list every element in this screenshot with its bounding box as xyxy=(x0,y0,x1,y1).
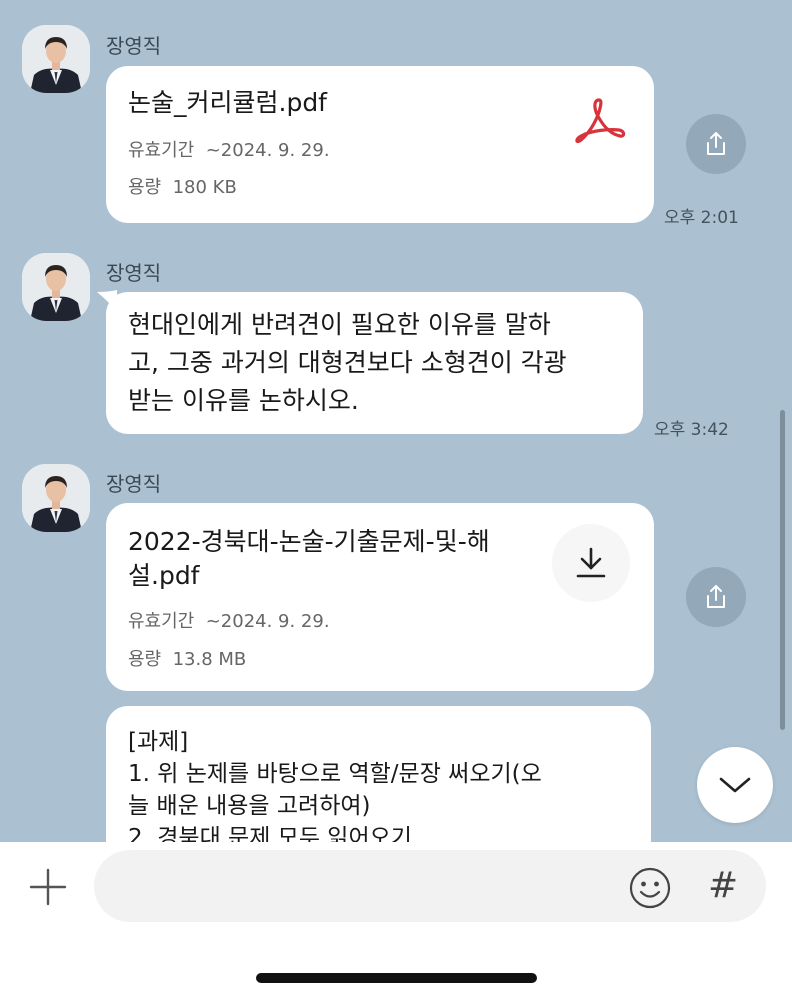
add-button[interactable] xyxy=(28,867,68,907)
file-name: 논술_커리큘럼.pdf xyxy=(128,88,327,117)
message-line: 받는 이유를 논하시오. xyxy=(128,386,359,415)
share-button[interactable] xyxy=(686,567,746,627)
message-text: 현대인에게 반려견이 필요한 이유를 말하 고, 그중 과거의 대형견보다 소형… xyxy=(128,306,567,420)
emoji-icon xyxy=(629,867,671,909)
plus-icon xyxy=(29,868,67,906)
file-message-bubble[interactable]: 2022-경북대-논술-기출문제-및-해 설.pdf 유효기간 ~2024. 9… xyxy=(106,503,654,691)
expiry-value: ~2024. 9. 29. xyxy=(205,140,330,161)
size-info: 용량 180 KB xyxy=(128,173,237,199)
hashtag-button[interactable]: # xyxy=(708,864,738,908)
scrollbar[interactable] xyxy=(780,410,785,730)
avatar[interactable] xyxy=(22,253,90,321)
chat-area[interactable]: 장영직 논술_커리큘럼.pdf 유효기간 ~2024. 9. 29. 용량 18… xyxy=(0,0,792,842)
profile-photo xyxy=(22,25,90,93)
file-name-line: 설.pdf xyxy=(128,561,200,590)
home-indicator xyxy=(256,973,537,983)
download-button[interactable] xyxy=(552,524,630,602)
sender-name: 장영직 xyxy=(106,261,162,285)
task-line: 늘 배운 내용을 고려하여) xyxy=(128,793,371,819)
task-text: [과제] 1. 위 논제를 바탕으로 역할/문장 써오기(오 늘 배운 내용을 … xyxy=(128,726,542,842)
message-line: 현대인에게 반려견이 필요한 이유를 말하 xyxy=(128,310,551,339)
sender-name: 장영직 xyxy=(106,34,162,58)
pdf-icon xyxy=(575,98,626,144)
file-name: 2022-경북대-논술-기출문제-및-해 설.pdf xyxy=(128,525,490,593)
message-time: 오후 3:42 xyxy=(654,420,729,440)
message-time: 오후 2:01 xyxy=(664,208,739,228)
expiry-label: 유효기간 xyxy=(128,611,195,632)
share-icon xyxy=(707,132,725,155)
message-line: 고, 그중 과거의 대형견보다 소형견이 각광 xyxy=(128,348,567,377)
size-label: 용량 xyxy=(128,649,162,670)
expiry-label: 유효기간 xyxy=(128,140,195,161)
avatar[interactable] xyxy=(22,25,90,93)
expiry-info: 유효기간 ~2024. 9. 29. xyxy=(128,136,330,162)
avatar[interactable] xyxy=(22,464,90,532)
share-icon xyxy=(707,585,725,608)
profile-photo xyxy=(22,253,90,321)
size-info: 용량 13.8 MB xyxy=(128,645,246,671)
chevron-down-icon xyxy=(719,777,751,793)
profile-photo xyxy=(22,464,90,532)
task-line: 2. 경북대 문제 모두 읽어오기 xyxy=(128,825,412,842)
download-icon xyxy=(576,547,606,578)
expiry-info: 유효기간 ~2024. 9. 29. xyxy=(128,607,330,633)
share-button[interactable] xyxy=(686,114,746,174)
task-line: [과제] xyxy=(128,729,189,755)
size-label: 용량 xyxy=(128,177,162,198)
task-line: 1. 위 논제를 바탕으로 역할/문장 써오기(오 xyxy=(128,761,542,787)
sender-name: 장영직 xyxy=(106,472,162,496)
expiry-value: ~2024. 9. 29. xyxy=(205,611,330,632)
file-name-line: 2022-경북대-논술-기출문제-및-해 xyxy=(128,527,490,556)
text-message-bubble[interactable]: 현대인에게 반려견이 필요한 이유를 말하 고, 그중 과거의 대형견보다 소형… xyxy=(106,292,643,434)
size-value: 13.8 MB xyxy=(172,649,247,670)
scroll-to-bottom-button[interactable] xyxy=(697,747,773,823)
emoji-button[interactable] xyxy=(628,866,672,910)
file-message-bubble[interactable]: 논술_커리큘럼.pdf 유효기간 ~2024. 9. 29. 용량 180 KB xyxy=(106,66,654,223)
size-value: 180 KB xyxy=(172,177,237,198)
text-message-bubble[interactable]: [과제] 1. 위 논제를 바탕으로 역할/문장 써오기(오 늘 배운 내용을 … xyxy=(106,706,651,842)
